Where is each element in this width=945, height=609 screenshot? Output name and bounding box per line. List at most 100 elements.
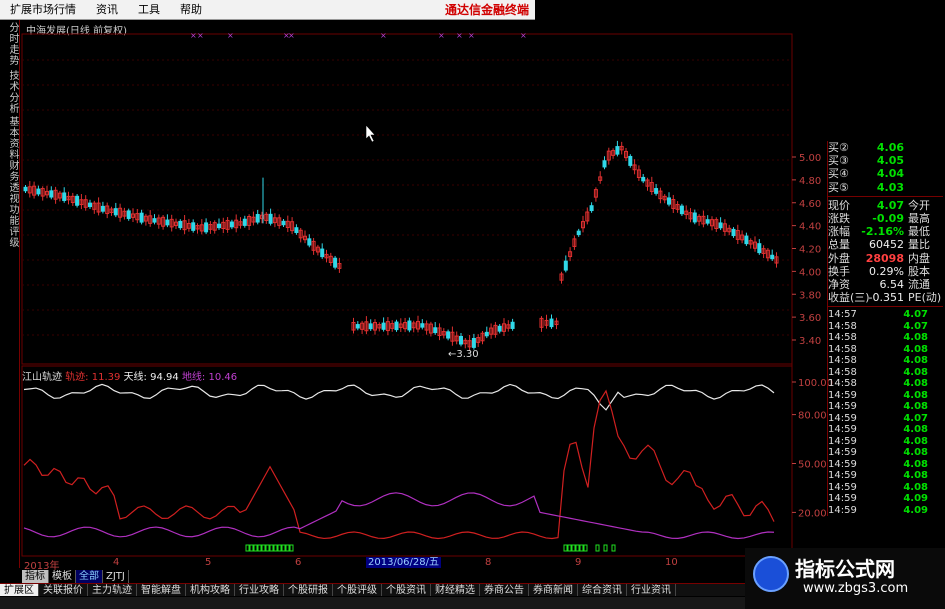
tab-indicator[interactable]: 指标 — [22, 570, 49, 583]
bottom-tab[interactable]: 行业资讯 — [627, 584, 676, 596]
signal-marker — [289, 544, 294, 552]
candle-body — [268, 213, 273, 224]
candle-body — [394, 321, 399, 331]
signal-marker — [269, 544, 274, 552]
bottom-tab[interactable]: 主力轨迹 — [88, 584, 137, 596]
candle-body — [563, 260, 568, 271]
signal-marker — [575, 544, 580, 552]
candle-body — [471, 337, 476, 348]
main-chart-frame — [21, 33, 793, 365]
tick-row: 14:58 4.08 — [828, 378, 928, 390]
candle-body — [100, 205, 105, 212]
quote-row: 总量 60452 量比 — [828, 238, 930, 252]
tick-row: 14:59 4.08 — [828, 458, 928, 470]
bottom-tab[interactable]: 个股评级 — [333, 584, 382, 596]
status-bar — [0, 597, 745, 609]
bottom-tab[interactable]: 个股研报 — [284, 584, 333, 596]
candlestick-series — [23, 140, 779, 351]
candle-body — [446, 331, 451, 339]
event-marker: × — [438, 31, 445, 40]
candle-body — [770, 254, 775, 260]
bottom-tab[interactable]: 扩展区 — [0, 584, 39, 596]
indicator-legend: 江山轨迹 轨迹: 11.39 天线: 94.94 地线: 10.46 — [22, 368, 237, 383]
candle-body — [667, 197, 671, 205]
candle-body — [126, 210, 131, 219]
tab-template[interactable]: 模板 — [49, 570, 76, 583]
candle-body — [368, 323, 373, 330]
candle-body — [459, 335, 463, 345]
signal-marker — [567, 544, 572, 552]
quote-row: 现价 4.07 今开 — [828, 198, 930, 212]
price-tick-label: 4.20 — [799, 245, 821, 256]
signal-marker — [595, 544, 600, 552]
candle-body — [229, 221, 234, 228]
bottom-tab[interactable]: 券商新闻 — [529, 584, 578, 596]
bottom-tab[interactable]: 券商公告 — [480, 584, 529, 596]
tick-list[interactable]: 14:57 4.07 14:58 4.07 14:58 4.08 14:58 4.08 14:5… — [828, 309, 943, 516]
candle-body — [433, 327, 438, 334]
event-marker: × — [456, 31, 463, 40]
candle-body — [62, 192, 67, 202]
candle-body — [255, 214, 260, 223]
candle-body — [705, 219, 710, 224]
tick-row: 14:58 4.08 — [828, 332, 928, 344]
quote-row: 净资 6.54 流通 — [828, 277, 930, 291]
price-tick-label: 4.00 — [799, 267, 821, 278]
indicator-tick-label: 20.00 — [798, 508, 827, 519]
tick-row: 14:59 4.08 — [828, 470, 928, 482]
tab-zjtj[interactable]: ZJTJ — [103, 570, 129, 583]
candle-body — [602, 160, 607, 168]
candle-body — [497, 325, 502, 332]
price-tick-label: 3.60 — [799, 313, 821, 324]
candle-body — [692, 212, 697, 223]
candle-body — [589, 205, 594, 212]
event-marker: × — [190, 31, 197, 40]
tick-row: 14:58 4.08 — [828, 355, 928, 367]
indicator-sky-line — [23, 383, 775, 411]
candle-body — [139, 212, 144, 223]
bottom-tab[interactable]: 个股资讯 — [382, 584, 431, 596]
bottom-tab[interactable]: 关联报价 — [39, 584, 88, 596]
candle-body — [641, 176, 646, 182]
watermark-title: 指标公式网 — [795, 557, 895, 581]
indicator-tick-label: 80.00 — [798, 411, 827, 422]
candle-body — [217, 223, 221, 229]
x-axis-month-6: 6 — [295, 557, 302, 568]
signal-marker — [563, 544, 568, 552]
indicator-tick-label: 50.00 — [798, 460, 827, 471]
event-marker: × — [288, 31, 295, 40]
indicator-sky-value: 天线: 94.94 — [123, 372, 179, 383]
event-marker: × — [197, 31, 204, 40]
kline-chart-canvas[interactable]: × × × ×× × × × × × 5.00 4.80 4.60 4.40 4.20 4.00 3.80 3… — [0, 0, 945, 609]
candle-body — [281, 220, 286, 226]
bottom-tab[interactable]: 财经精选 — [431, 584, 480, 596]
tick-row: 14:59 4.08 — [828, 481, 928, 493]
candle-body — [654, 188, 659, 194]
signal-marker — [249, 544, 254, 552]
bottom-tab[interactable]: 综合资讯 — [578, 584, 627, 596]
event-marker: × — [520, 31, 527, 40]
signal-marker — [579, 544, 584, 552]
candle-body — [113, 208, 118, 216]
event-marker: × — [227, 31, 234, 40]
bottom-tab[interactable]: 智能解盘 — [137, 584, 186, 596]
signal-marker — [583, 544, 588, 552]
quote-panel: 买② 4.06 买③ 4.05 买④ 4.04 买⑤ 4.03 现价 4.07 今开 涨跌 -… — [827, 141, 943, 517]
tab-all[interactable]: 全部 — [76, 570, 103, 583]
tick-row: 14:59 4.08 — [828, 424, 928, 436]
candle-body — [576, 230, 581, 236]
bottom-tab[interactable]: 行业攻略 — [235, 584, 284, 596]
quote-row: 涨跌 -0.09 最高 — [828, 211, 930, 225]
bottom-tab[interactable]: 机构攻略 — [186, 584, 235, 596]
x-axis-month-5: 5 — [205, 557, 212, 568]
mouse-pointer-icon — [365, 124, 376, 143]
candle-body — [381, 322, 386, 330]
price-tick-label: 4.60 — [799, 199, 821, 210]
bid-row: 买⑤ 4.03 — [828, 180, 904, 194]
candle-body — [731, 228, 736, 237]
candle-body — [36, 188, 41, 195]
candle-body — [549, 318, 554, 328]
price-tick-label: 4.40 — [799, 222, 821, 233]
tick-row: 14:58 4.08 — [828, 366, 928, 378]
signal-marker — [253, 544, 258, 552]
